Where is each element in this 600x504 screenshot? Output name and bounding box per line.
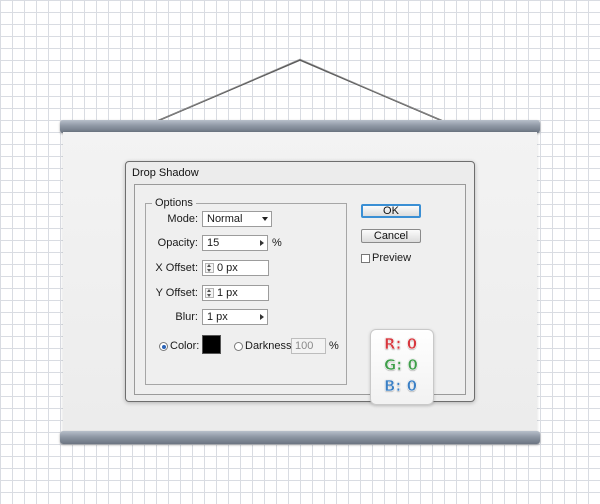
darkness-radio[interactable]	[234, 342, 243, 351]
mode-label: Mode:	[167, 213, 198, 225]
options-group: Options Mode: Normal Opacity: 15 % X Off…	[145, 197, 347, 385]
color-radio[interactable]	[159, 342, 168, 351]
x-offset-label: X Offset:	[155, 262, 198, 274]
chevron-right-icon[interactable]	[260, 314, 264, 320]
ok-button[interactable]: OK	[361, 204, 421, 218]
y-offset-label: Y Offset:	[155, 287, 198, 299]
darkness-unit: %	[329, 340, 339, 352]
rgb-blue-value: B: 0	[384, 377, 418, 396]
chevron-right-icon[interactable]	[260, 240, 264, 246]
preview-checkbox[interactable]	[361, 254, 370, 263]
rgb-red-value: R: 0	[384, 335, 418, 354]
x-offset-value: 0 px	[217, 262, 238, 274]
blur-field[interactable]: 1 px	[202, 309, 268, 325]
opacity-value: 15	[207, 237, 220, 249]
mode-dropdown[interactable]: Normal	[202, 211, 272, 227]
darkness-field[interactable]: 100	[291, 338, 326, 354]
dialog-content-frame: Options Mode: Normal Opacity: 15 % X Off…	[134, 184, 466, 405]
y-offset-value: 1 px	[217, 287, 238, 299]
mode-value: Normal	[207, 213, 243, 225]
blur-value: 1 px	[207, 311, 228, 323]
bottom-scroll-rod	[60, 431, 540, 444]
rgb-green-value: G: 0	[384, 356, 419, 375]
opacity-unit: %	[272, 237, 282, 249]
chevron-down-icon	[262, 217, 268, 221]
rgb-values-card: R: 0 G: 0 B: 0	[370, 329, 434, 405]
blur-label: Blur:	[175, 311, 198, 323]
drop-shadow-dialog: Drop Shadow Options Mode: Normal Opacity…	[125, 161, 475, 405]
y-offset-field[interactable]: 1 px	[202, 285, 269, 301]
darkness-label: Darkness:	[245, 340, 295, 352]
color-label: Color:	[170, 340, 200, 352]
opacity-label: Opacity:	[157, 237, 198, 249]
cancel-button[interactable]: Cancel	[361, 229, 421, 243]
dialog-title: Drop Shadow	[132, 167, 199, 179]
preview-label: Preview	[372, 252, 412, 264]
options-legend: Options	[152, 197, 196, 209]
darkness-value: 100	[295, 340, 314, 352]
color-swatch[interactable]	[202, 335, 221, 354]
y-offset-stepper-icon[interactable]	[205, 288, 214, 298]
x-offset-stepper-icon[interactable]	[205, 263, 214, 273]
opacity-field[interactable]: 15	[202, 235, 268, 251]
x-offset-field[interactable]: 0 px	[202, 260, 269, 276]
